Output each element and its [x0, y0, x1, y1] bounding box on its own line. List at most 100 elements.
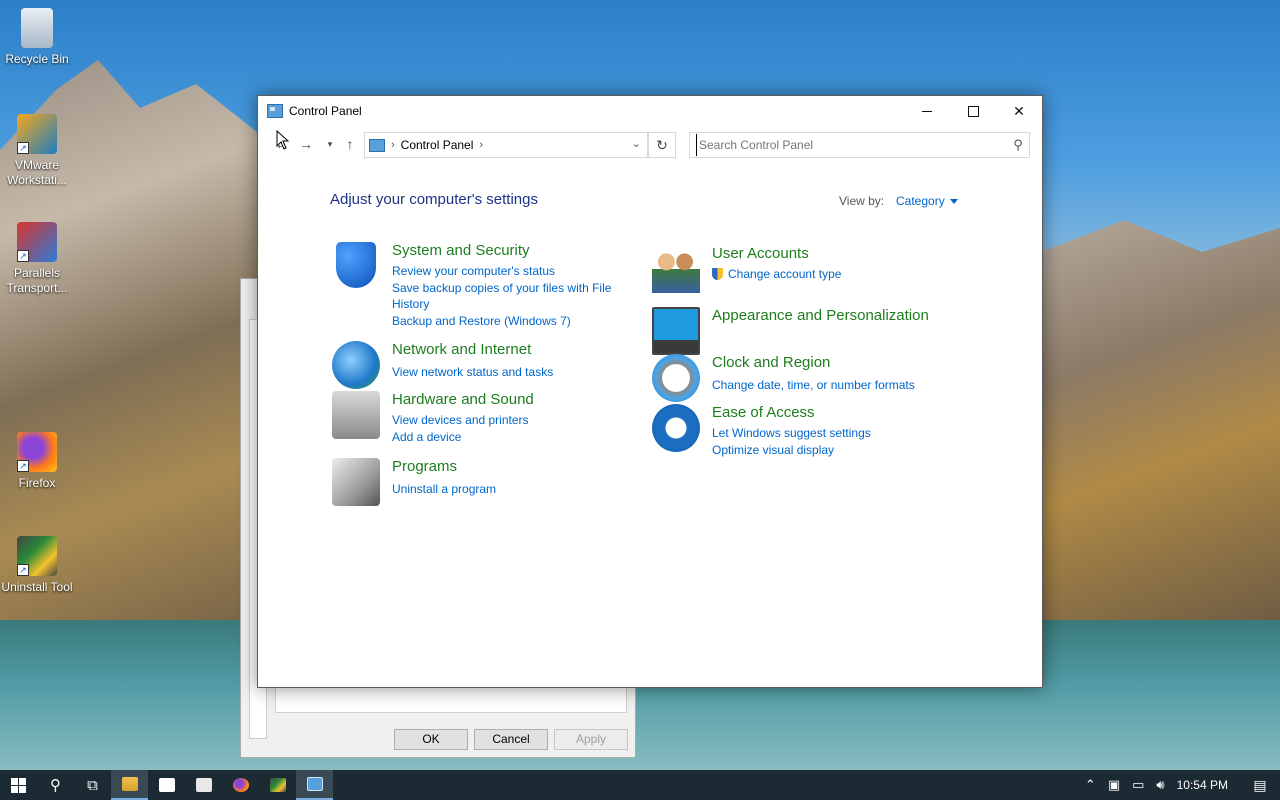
forward-button[interactable]: → [296, 133, 316, 155]
parallels-icon: ↗ [17, 222, 57, 262]
recycle-bin-icon [21, 8, 53, 48]
ok-button[interactable]: OK [394, 729, 468, 750]
search-taskbar-button[interactable]: ⚲ [37, 770, 74, 800]
control-panel-icon [369, 138, 385, 152]
breadcrumb-separator-icon: › [391, 139, 395, 151]
ease-of-access-icon[interactable] [652, 404, 700, 452]
shield-icon[interactable] [336, 242, 376, 288]
control-panel-icon [306, 777, 323, 791]
mountain-right [1020, 220, 1280, 620]
network-globe-icon[interactable] [332, 341, 380, 389]
category-links: View devices and printers Add a device [392, 412, 622, 446]
link-backup-restore[interactable]: Backup and Restore (Windows 7) [392, 313, 622, 329]
category-links: Uninstall a program [392, 481, 622, 498]
desktop-icon-recycle-bin[interactable]: Recycle Bin [0, 8, 74, 67]
chevron-down-icon: ▾ [327, 138, 333, 149]
printer-speaker-icon[interactable] [332, 391, 380, 439]
category-links: Change account type [712, 266, 942, 283]
start-button[interactable] [0, 770, 37, 800]
taskbar-mail[interactable] [185, 770, 222, 800]
category-title-system-security[interactable]: System and Security [392, 242, 530, 259]
mouse-cursor-icon [276, 130, 290, 150]
refresh-icon: ↻ [656, 136, 668, 153]
search-box[interactable]: ⚲ [689, 132, 1030, 158]
taskbar-store[interactable] [148, 770, 185, 800]
view-by-label: View by: [839, 194, 885, 208]
navigation-bar: ← → ▾ ↑ › Control Panel › ⌄ ↻ ⚲ [258, 129, 1042, 159]
clock-globe-icon[interactable] [652, 354, 700, 402]
vmware-icon: ↗ [17, 114, 57, 154]
title-bar[interactable]: Control Panel ✕ [258, 96, 1042, 126]
close-button[interactable]: ✕ [996, 96, 1042, 126]
page-heading: Adjust your computer's settings [330, 191, 538, 208]
taskbar: ⚲ ⧉ ⌃ ▣ ▭ 🔊︎ 10:54 PM ▤ [0, 770, 1280, 800]
apply-button[interactable]: Apply [554, 729, 628, 750]
taskbar-firefox[interactable] [222, 770, 259, 800]
link-optimize-display[interactable]: Optimize visual display [712, 442, 942, 458]
breadcrumb-control-panel[interactable]: Control Panel [401, 138, 474, 152]
category-title-user-accounts[interactable]: User Accounts [712, 245, 809, 262]
taskbar-control-panel[interactable] [296, 770, 333, 800]
system-tray: ⌃ ▣ ▭ 🔊︎ 10:54 PM ▤ [1079, 770, 1280, 800]
search-icon[interactable]: ⚲ [1007, 137, 1029, 153]
desktop-icon-parallels[interactable]: ↗ Parallels Transport... [0, 222, 74, 296]
network-icon[interactable]: ▭ [1126, 777, 1150, 793]
refresh-button[interactable]: ↻ [648, 132, 676, 158]
device-icon[interactable]: ▣ [1102, 777, 1126, 793]
taskbar-clock[interactable]: 10:54 PM [1171, 778, 1240, 792]
desktop-icon-firefox[interactable]: ↗ Firefox [0, 432, 74, 491]
category-title-hardware-sound[interactable]: Hardware and Sound [392, 391, 534, 408]
taskbar-file-explorer[interactable] [111, 770, 148, 800]
shortcut-arrow-icon: ↗ [17, 564, 29, 576]
windows-logo-icon [11, 777, 26, 793]
address-dropdown-icon[interactable]: ⌄ [632, 137, 641, 150]
link-uninstall-program[interactable]: Uninstall a program [392, 481, 622, 497]
category-links: View network status and tasks [392, 364, 622, 381]
task-view-icon: ⧉ [87, 776, 98, 794]
link-suggest-settings[interactable]: Let Windows suggest settings [712, 425, 942, 441]
address-bar[interactable]: › Control Panel › ⌄ [364, 132, 648, 158]
folder-icon [121, 777, 138, 791]
desktop-icon-uninstall-tool[interactable]: ↗ Uninstall Tool [0, 536, 74, 595]
view-by-dropdown[interactable]: Category [896, 194, 958, 208]
link-file-history[interactable]: Save backup copies of your files with Fi… [392, 280, 622, 312]
volume-icon[interactable]: 🔊︎ [1150, 777, 1170, 793]
category-title-appearance[interactable]: Appearance and Personalization [712, 307, 929, 324]
category-title-network-internet[interactable]: Network and Internet [392, 341, 531, 358]
cancel-button[interactable]: Cancel [474, 729, 548, 750]
category-title-ease-of-access[interactable]: Ease of Access [712, 404, 815, 421]
window-controls: ✕ [904, 96, 1042, 126]
link-devices-printers[interactable]: View devices and printers [392, 412, 622, 428]
breadcrumb-separator-icon: › [479, 139, 484, 151]
desktop-icon-vmware[interactable]: ↗ VMware Workstati... [0, 114, 74, 188]
category-links: Change date, time, or number formats [712, 377, 942, 394]
arrow-up-icon: ↑ [346, 136, 354, 152]
link-review-status[interactable]: Review your computer's status [392, 263, 622, 279]
search-input[interactable] [696, 134, 1007, 156]
shortcut-arrow-icon: ↗ [17, 142, 29, 154]
programs-disc-icon[interactable] [332, 458, 380, 506]
link-add-device[interactable]: Add a device [392, 429, 622, 445]
notification-center-icon[interactable]: ▤ [1240, 777, 1280, 794]
category-title-programs[interactable]: Programs [392, 458, 457, 475]
link-change-formats[interactable]: Change date, time, or number formats [712, 377, 942, 393]
up-button[interactable]: ↑ [340, 133, 360, 155]
shortcut-arrow-icon: ↗ [17, 460, 29, 472]
search-icon: ⚲ [50, 777, 61, 794]
monitor-palette-icon[interactable] [652, 307, 700, 355]
task-view-button[interactable]: ⧉ [74, 770, 111, 800]
link-change-account-type[interactable]: Change account type [712, 266, 942, 282]
recent-locations-button[interactable]: ▾ [320, 133, 340, 155]
arrow-right-icon: → [299, 136, 313, 152]
link-network-status[interactable]: View network status and tasks [392, 364, 622, 380]
uninstall-tool-icon: ↗ [17, 536, 57, 576]
firefox-icon: ↗ [17, 432, 57, 472]
show-hidden-icons-button[interactable]: ⌃ [1079, 777, 1102, 793]
minimize-button[interactable] [904, 96, 950, 126]
close-icon: ✕ [1013, 102, 1025, 119]
store-icon [158, 778, 175, 792]
maximize-button[interactable] [950, 96, 996, 126]
taskbar-uninstall-tool[interactable] [259, 770, 296, 800]
users-icon[interactable] [652, 245, 700, 293]
category-title-clock-region[interactable]: Clock and Region [712, 354, 830, 371]
